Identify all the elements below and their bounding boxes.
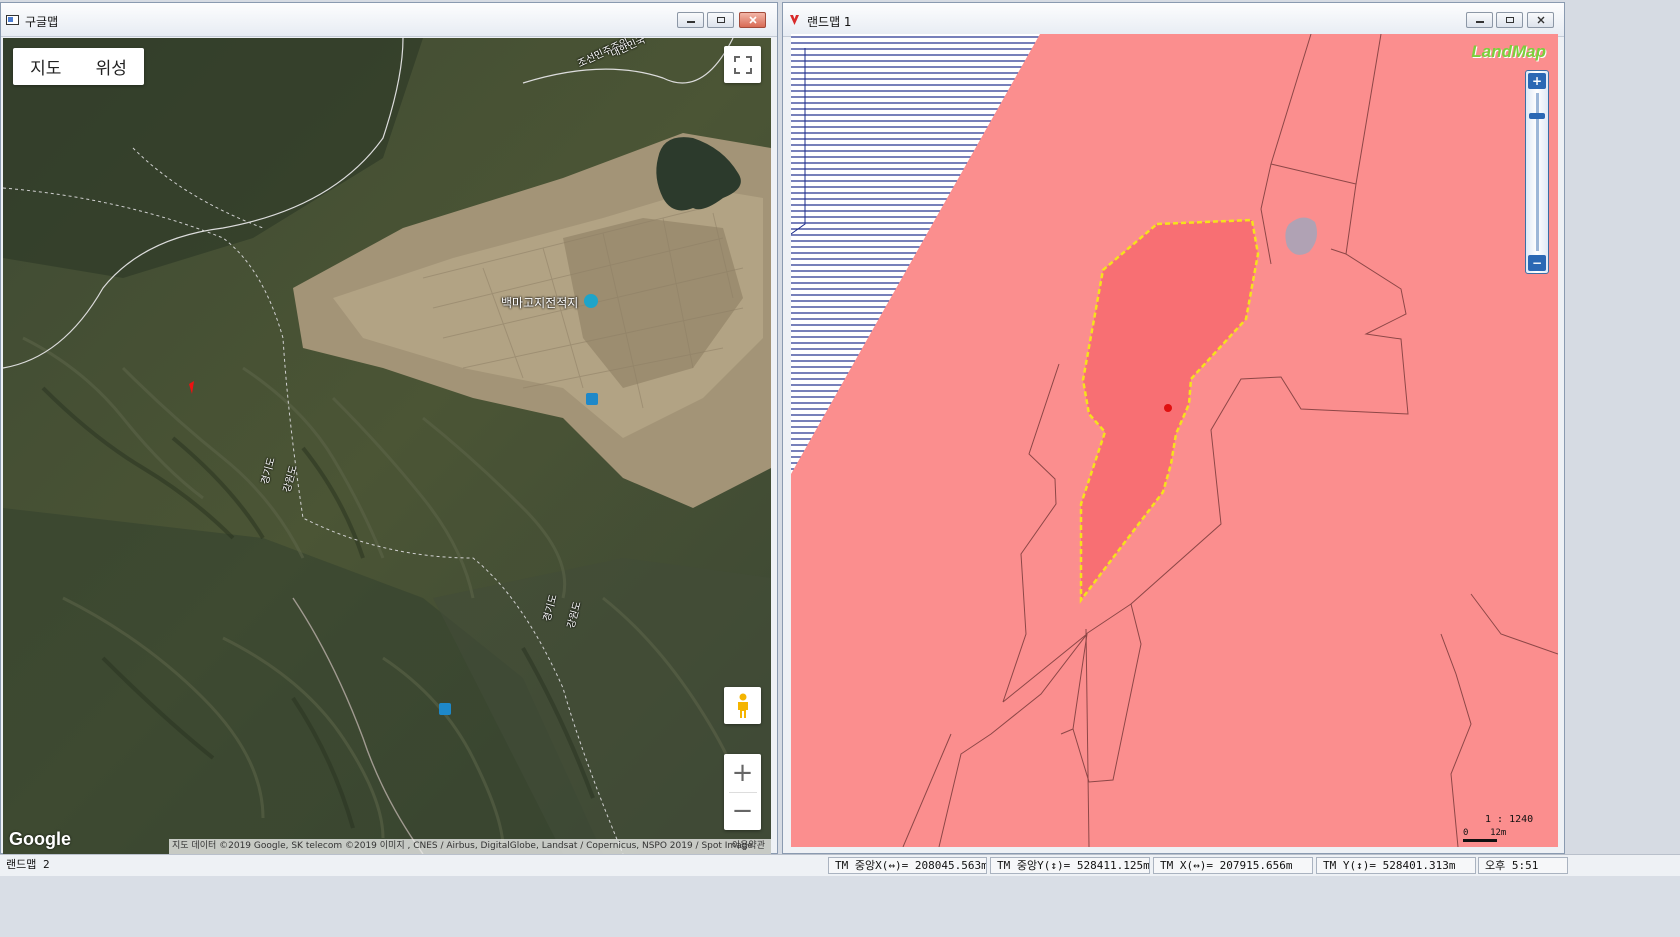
fullscreen-button[interactable] <box>724 46 761 83</box>
minimize-button[interactable] <box>677 12 704 28</box>
status-bar: 랜드맵 2 TM 중앙X(↔)= 208045.563m TM 중앙Y(↕)= … <box>0 854 1680 876</box>
map-type-map-button[interactable]: 지도 <box>13 48 79 85</box>
zoom-in-button[interactable]: + <box>1528 73 1546 89</box>
attribution-text: 지도 데이터 ©2019 Google, SK telecom ©2019 이미… <box>172 841 753 851</box>
street-view-pegman[interactable] <box>724 687 761 724</box>
close-icon <box>748 16 757 24</box>
zoom-out-button[interactable]: − <box>1528 255 1546 271</box>
status-tm-y: TM Y(↕)= 528401.313m <box>1316 857 1476 874</box>
window-title: 랜드맵 1 <box>807 15 852 29</box>
fullscreen-icon <box>733 55 752 74</box>
window-title: 구글맵 <box>25 15 59 29</box>
minimize-icon <box>1475 21 1484 23</box>
title-bar[interactable]: 랜드맵 1 <box>783 3 1564 37</box>
close-button[interactable] <box>739 12 766 28</box>
restore-button[interactable] <box>1496 12 1523 28</box>
scale-bar: 0 12m <box>1463 828 1506 842</box>
close-icon <box>1537 16 1544 24</box>
scale-ratio: 1 : 1240 <box>1485 814 1534 825</box>
status-window-name: 랜드맵 2 <box>6 858 50 871</box>
pegman-icon <box>737 693 748 718</box>
zoom-slider[interactable]: + − <box>1525 70 1549 274</box>
restore-icon <box>716 17 725 23</box>
status-center-y: TM 중앙Y(↕)= 528411.125m <box>990 857 1150 874</box>
restore-icon <box>1505 17 1514 23</box>
status-tm-x: TM X(↔)= 207915.656m <box>1153 857 1313 874</box>
status-center-x: TM 중앙X(↔)= 208045.563m <box>828 857 987 874</box>
background-area <box>0 876 1680 937</box>
zoom-thumb[interactable] <box>1529 113 1545 119</box>
google-map-window: 구글맵 지도 위성 백마고지전적지 조선민주주의 대한민국 경기도 강원도 경기… <box>0 2 778 854</box>
scale-bar-label: 0 12m <box>1463 828 1507 838</box>
minimize-icon <box>686 21 695 23</box>
title-bar[interactable]: 구글맵 <box>1 3 777 37</box>
status-clock: 오후 5:51 <box>1478 857 1568 874</box>
zoom-in-button[interactable]: + <box>732 755 754 792</box>
terms-link[interactable]: 이용약관 <box>732 839 765 854</box>
map-window-icon <box>6 15 19 25</box>
cadastral-layer <box>791 34 1558 847</box>
zoom-out-button[interactable]: − <box>732 793 754 830</box>
scale-bar-line <box>1463 839 1497 842</box>
close-button[interactable] <box>1527 12 1554 28</box>
satellite-map[interactable]: 지도 위성 백마고지전적지 조선민주주의 대한민국 경기도 강원도 경기도 강원… <box>3 38 771 854</box>
cadastral-map[interactable]: LandMap + − 1 : 1240 0 12m <box>791 34 1558 847</box>
landmap-app-icon <box>790 15 799 25</box>
poi-label[interactable]: 백마고지전적지 <box>501 294 578 311</box>
map-type-control: 지도 위성 <box>13 48 144 85</box>
google-logo: Google <box>9 829 71 849</box>
restore-button[interactable] <box>707 12 734 28</box>
zoom-control: + − <box>724 754 761 830</box>
map-attribution: 지도 데이터 ©2019 Google, SK telecom ©2019 이미… <box>169 839 771 854</box>
landmap-logo: LandMap <box>1471 42 1546 61</box>
minimize-button[interactable] <box>1466 12 1493 28</box>
satellite-imagery <box>3 38 771 854</box>
map-type-satellite-button[interactable]: 위성 <box>79 48 145 85</box>
